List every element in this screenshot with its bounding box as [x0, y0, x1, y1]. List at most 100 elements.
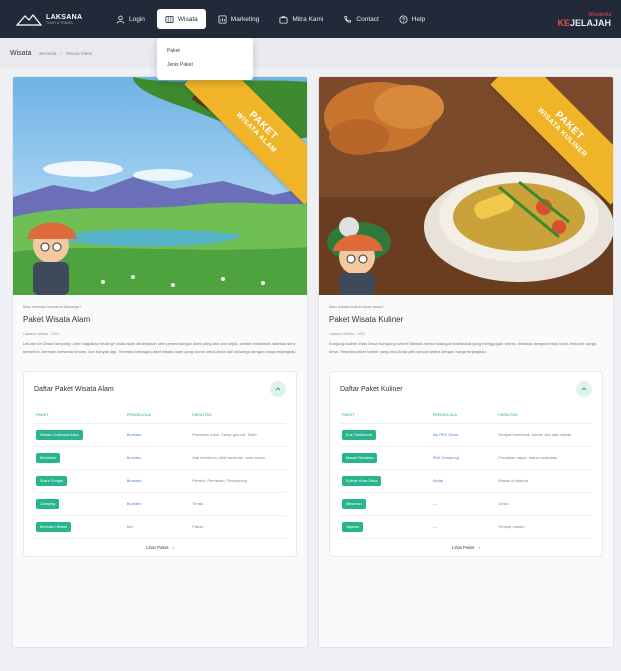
cell-pengelola: — [430, 515, 497, 539]
breadcrumb-home-link[interactable]: Beranda [39, 51, 56, 56]
card-title: Paket Wisata Alam [23, 315, 91, 324]
package-badge[interactable]: Minuman [342, 499, 366, 509]
collapse-toggle-button[interactable] [576, 381, 592, 397]
cell-fasilitas: Gelas [496, 492, 592, 516]
cell-fasilitas: Perahu, Pemandu, Pelampung [190, 469, 286, 493]
cell-paket: Berkebun [34, 446, 125, 470]
nav-item-help[interactable]: Help [391, 9, 433, 29]
view-more-link[interactable]: Lihat Paket › [340, 545, 592, 550]
package-badge[interactable]: Wisata Outbound Alam [36, 430, 83, 440]
phone-icon [344, 15, 352, 23]
card-description: Kunjungi kuliner khas Desa Kampung Leter… [329, 341, 597, 354]
card-body: Mau wisata kuliner khas desa? Paket Wisa… [319, 295, 613, 563]
view-more-label: Lihat Paket [451, 545, 475, 550]
nav-item-marketing[interactable]: Marketing [210, 9, 268, 29]
package-badge[interactable]: Jajanan [342, 522, 364, 532]
view-more-link[interactable]: Lihat Paket › [34, 545, 286, 550]
map-icon [165, 15, 174, 23]
hero-image-alam: PAKET WISATA ALAM [13, 77, 307, 295]
nav-label: Marketing [230, 15, 260, 23]
cell-pengelola: Bumdes [124, 446, 191, 470]
cell-pengelola: PKK Kampung [430, 446, 497, 470]
table-row[interactable]: Masak Bersama PKK Kampung Peralatan dapu… [340, 446, 592, 470]
cell-pengelola: Kel [124, 515, 191, 539]
hero-image-kuliner: PAKET WISATA KULINER [319, 77, 613, 295]
cell-pengelola: Bumdes [124, 469, 191, 493]
package-badge[interactable]: Masak Bersama [342, 453, 378, 463]
column-header-paket: PAKET [340, 406, 431, 424]
card-kicker: Mau rekreasi bersama keluarga? [23, 304, 82, 309]
table-row[interactable]: Jajanan — Tempat makan [340, 515, 592, 539]
card-wisata-alam: PAKET WISATA ALAM Mau rekreasi bersama k… [12, 76, 308, 648]
chart-icon [218, 14, 227, 24]
brand-name: LAKSANA [46, 13, 83, 21]
table-row[interactable]: Wisata Outbound Alam Bumdes Pemandu loka… [34, 423, 286, 447]
breadcrumb-current: Wisata Paket [65, 50, 93, 56]
column-header-pengelola: PENGELOLA [124, 406, 191, 424]
briefcase-icon [279, 15, 288, 24]
nav-item-mitra[interactable]: Mitra Kami [271, 9, 331, 29]
cell-paket: Bermain Hewan [34, 515, 125, 539]
chevron-up-icon [275, 387, 281, 391]
package-badge[interactable]: Susur Sungai [36, 476, 67, 486]
package-table: PAKET PENGELOLA FASILITAS Kue Tradisiona… [340, 406, 592, 539]
cell-pengelola: Kedai [430, 469, 497, 493]
nav-item-login[interactable]: Login [108, 9, 153, 29]
package-badge[interactable]: Bermain Hewan [36, 522, 72, 532]
dropdown-item-paket[interactable]: Paket [157, 44, 253, 58]
cell-fasilitas: Tenda [190, 492, 286, 516]
package-list-panel: Daftar Paket Wisata Alam PAKET PENGELOLA… [23, 371, 297, 557]
card-meta: Laksana Wisata - 2024 [329, 332, 365, 336]
card-meta: Laksana Wisata - 2024 [23, 332, 59, 336]
mountain-logo-icon [16, 14, 42, 26]
nav-label: Help [411, 15, 426, 23]
cell-pengelola: Ibu PKK Desa [430, 423, 497, 447]
brand-subtitle: TOUR & TRAVEL [46, 20, 74, 25]
table-row[interactable]: Berkebun Bumdes Alat berkebun, bibit tan… [34, 446, 286, 470]
cell-fasilitas: Makan di tempat [496, 469, 592, 493]
package-badge[interactable]: Camping [36, 499, 60, 509]
package-list-title: Daftar Paket Kuliner [340, 385, 403, 393]
brand-logo[interactable]: LAKSANA TOUR & TRAVEL [16, 8, 98, 30]
package-list-title: Daftar Paket Wisata Alam [34, 385, 114, 393]
table-header-row: PAKET PENGELOLA FASILITAS [34, 406, 286, 424]
table-row[interactable]: Kue Tradisional Ibu PKK Desa Tempat mema… [340, 423, 592, 447]
cell-paket: Minuman [340, 492, 431, 516]
package-badge[interactable]: Berkebun [36, 453, 61, 463]
cell-pengelola: Bumdes [124, 423, 191, 447]
cell-paket: Kue Tradisional [340, 423, 431, 447]
nav-label: Mitra Kami [292, 15, 324, 23]
package-badge[interactable]: Kue Tradisional [342, 430, 377, 440]
nav-item-contact[interactable]: Contact [335, 9, 386, 29]
package-badge[interactable]: Kuliner Khas Desa [342, 476, 382, 486]
package-table: PAKET PENGELOLA FASILITAS Wisata Outboun… [34, 406, 286, 539]
dropdown-item-jenis-paket[interactable]: Jenis Paket [157, 58, 253, 72]
cell-fasilitas: Alat berkebun, bibit tanaman, area kebun [190, 446, 286, 470]
table-row[interactable]: Camping Bumdes Tenda [34, 492, 286, 516]
nav-label: Wisata [177, 15, 198, 23]
column-header-fasilitas: FASILITAS [496, 406, 592, 424]
view-more-label: Lihat Paket [145, 545, 169, 550]
cell-pengelola: Bumdes [124, 492, 191, 516]
nav-item-wisata[interactable]: Wisata [156, 9, 206, 29]
package-list-header: Daftar Paket Wisata Alam [34, 380, 286, 398]
table-row[interactable]: Kuliner Khas Desa Kedai Makan di tempat [340, 469, 592, 493]
partner-logo-main: KEJELAJAH [557, 18, 611, 28]
table-row[interactable]: Bermain Hewan Kel Pakan [34, 515, 286, 539]
collapse-toggle-button[interactable] [270, 381, 286, 397]
cell-fasilitas: Pakan [190, 515, 286, 539]
package-list-panel: Daftar Paket Kuliner PAKET PENGELOLA FAS… [329, 371, 603, 557]
package-list-header: Daftar Paket Kuliner [340, 380, 592, 398]
nav-label: Contact [356, 15, 379, 23]
page-title: Wisata [10, 49, 32, 57]
table-row[interactable]: Minuman — Gelas [340, 492, 592, 516]
card-kicker: Mau wisata kuliner khas desa? [329, 304, 384, 309]
breadcrumb-separator: / [60, 50, 62, 56]
table-row[interactable]: Susur Sungai Bumdes Perahu, Pemandu, Pel… [34, 469, 286, 493]
user-icon [116, 15, 125, 24]
arrow-right-icon: › [172, 545, 175, 550]
chevron-up-icon [581, 387, 587, 391]
column-header-fasilitas: FASILITAS [190, 406, 286, 424]
breadcrumb-trail: Beranda / Wisata Paket [39, 51, 92, 56]
wisata-dropdown-menu: Paket Jenis Paket [157, 38, 253, 80]
